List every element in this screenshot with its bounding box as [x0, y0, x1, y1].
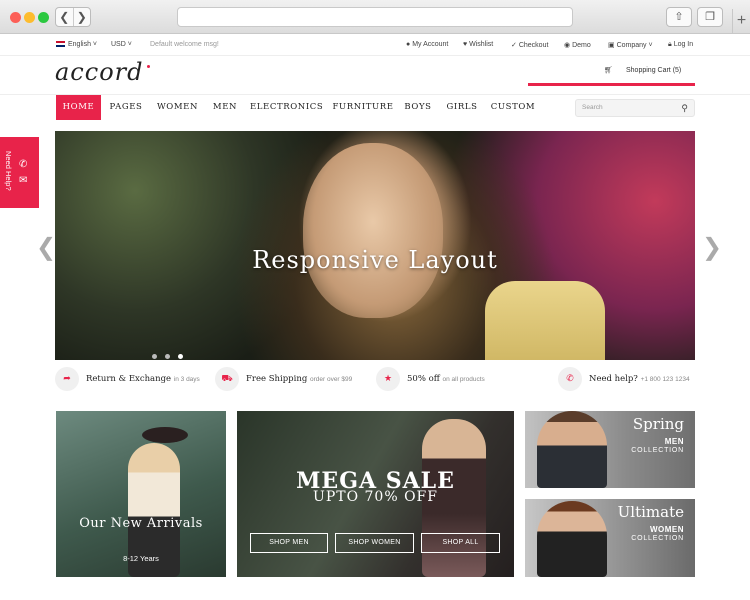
nav-furniture[interactable]: FURNITURE — [331, 95, 395, 120]
shop-men-button[interactable]: SHOP MEN — [250, 533, 328, 553]
search-icon[interactable]: ⚲ — [681, 100, 688, 116]
arrow-icon: ➦ — [55, 367, 79, 391]
language-selector[interactable]: English ˅ — [56, 41, 97, 48]
women-banner-label: WOMEN — [649, 525, 684, 534]
uk-flag-icon — [56, 41, 65, 47]
user-icon: ● — [406, 41, 411, 48]
wishlist-link[interactable]: ♥ Wishlist — [463, 41, 493, 48]
nav-electronics[interactable]: ELECTRONICS — [250, 95, 323, 120]
nav-women[interactable]: WOMEN — [155, 95, 200, 120]
hero-slider: Responsive Layout — [55, 131, 695, 360]
welcome-message: Default welcome msg! — [150, 41, 219, 48]
banner-hat-image — [142, 427, 188, 443]
tabs-button[interactable]: ❐ — [697, 7, 723, 27]
slider-dots — [152, 346, 191, 360]
checkout-link[interactable]: ✓ Checkout — [511, 41, 548, 49]
address-bar[interactable] — [177, 7, 573, 27]
lock-icon: 🔒︎ — [668, 41, 672, 48]
men-banner-sub: COLLECTION — [631, 447, 684, 454]
slide-dot[interactable] — [165, 354, 170, 359]
slider-prev-arrow-icon[interactable]: ❮ — [36, 233, 56, 261]
hero-model-shirt — [485, 281, 605, 360]
share-icon: ⇧ — [674, 11, 684, 23]
site-logo[interactable]: accord — [55, 58, 143, 86]
shop-all-button[interactable]: SHOP ALL — [421, 533, 500, 553]
history-buttons: ❮ ❯ — [55, 7, 91, 27]
minimize-window-button[interactable] — [24, 12, 35, 23]
women-collection-banner[interactable]: Ultimate WOMEN COLLECTION — [525, 499, 695, 577]
new-tab-button[interactable]: + — [732, 9, 750, 34]
demo-link[interactable]: ◉ Demo — [564, 41, 591, 49]
search-input[interactable]: Search ⚲ — [575, 99, 695, 117]
document-icon: ▣ — [608, 42, 615, 49]
heart-icon: ♥ — [463, 41, 468, 48]
feature-discount: ★ 50% off on all products — [376, 367, 485, 391]
new-arrivals-sub: 8-12 Years — [123, 554, 159, 563]
back-button[interactable]: ❮ — [56, 8, 74, 26]
mega-sale-sub: UPTO 70% OFF — [313, 489, 438, 505]
slider-next-arrow-icon[interactable]: ❯ — [702, 233, 722, 261]
nav-men[interactable]: MEN — [210, 95, 240, 120]
my-account-link[interactable]: ● My Account — [406, 41, 448, 48]
close-window-button[interactable] — [10, 12, 21, 23]
nav-girls[interactable]: GIRLS — [444, 95, 480, 120]
feature-shipping: ⛟ Free Shipping order over $99 — [215, 367, 352, 391]
new-arrivals-banner[interactable]: Our New Arrivals 8-12 Years — [56, 411, 226, 577]
cart-icon: 🛒︎ — [604, 67, 613, 74]
forward-button[interactable]: ❯ — [74, 8, 91, 26]
cart-label: Shopping Cart (5) — [626, 67, 682, 74]
share-button[interactable]: ⇧ — [666, 7, 692, 27]
company-link[interactable]: ▣ Company ˅ — [608, 41, 653, 49]
men-banner-title: Spring — [632, 415, 684, 433]
check-icon: ✓ — [511, 42, 517, 49]
top-bar: English ˅ USD ˅ Default welcome msg! ● M… — [0, 34, 750, 56]
nav-boys[interactable]: BOYS — [403, 95, 433, 120]
men-collection-banner[interactable]: Spring MEN COLLECTION — [525, 411, 695, 488]
main-navigation: HOME PAGES WOMEN MEN ELECTRONICS FURNITU… — [0, 94, 750, 121]
men-banner-label: MEN — [664, 437, 684, 446]
need-help-label: Need Help? — [4, 151, 13, 191]
nav-custom[interactable]: CUSTOM — [490, 95, 536, 120]
shopping-cart-button[interactable]: 🛒︎ Shopping Cart (5) — [528, 62, 695, 86]
browser-toolbar: ❮ ❯ ⇧ ❐ + — [0, 0, 750, 34]
hero-title: Responsive Layout — [252, 246, 498, 274]
phone-icon: ✆ — [558, 367, 582, 391]
women-banner-title: Ultimate — [617, 503, 684, 521]
envelope-icon: ✉ — [19, 175, 28, 186]
feature-return: ➦ Return & Exchange in 3 days — [55, 367, 200, 391]
need-help-tab[interactable]: Need Help? ✆ ✉ — [0, 137, 39, 208]
new-arrivals-title: Our New Arrivals — [79, 516, 203, 531]
hero-model-face — [303, 143, 443, 318]
star-icon: ★ — [376, 367, 400, 391]
maximize-window-button[interactable] — [38, 12, 49, 23]
mega-sale-banner: MEGA SALE UPTO 70% OFF SHOP MEN SHOP WOM… — [237, 411, 514, 577]
feature-help: ✆ Need help? +1 800 123 1234 — [558, 367, 690, 391]
login-link[interactable]: 🔒︎ Log In — [668, 41, 693, 49]
banner-model-image — [537, 501, 607, 577]
currency-selector[interactable]: USD ˅ — [111, 41, 132, 48]
shop-women-button[interactable]: SHOP WOMEN — [335, 533, 414, 553]
nav-pages[interactable]: PAGES — [107, 95, 145, 120]
features-strip: ➦ Return & Exchange in 3 days ⛟ Free Shipp… — [0, 364, 750, 394]
slide-dot[interactable] — [152, 354, 157, 359]
eye-icon: ◉ — [564, 42, 571, 49]
phone-icon: ✆ — [19, 159, 28, 170]
banner-model-image — [537, 411, 607, 488]
women-banner-sub: COLLECTION — [631, 535, 684, 542]
nav-home[interactable]: HOME — [56, 95, 101, 120]
slide-dot-active[interactable] — [178, 354, 183, 359]
truck-icon: ⛟ — [215, 367, 239, 391]
tabs-icon: ❐ — [705, 11, 715, 23]
logo-dot-icon — [147, 65, 150, 68]
